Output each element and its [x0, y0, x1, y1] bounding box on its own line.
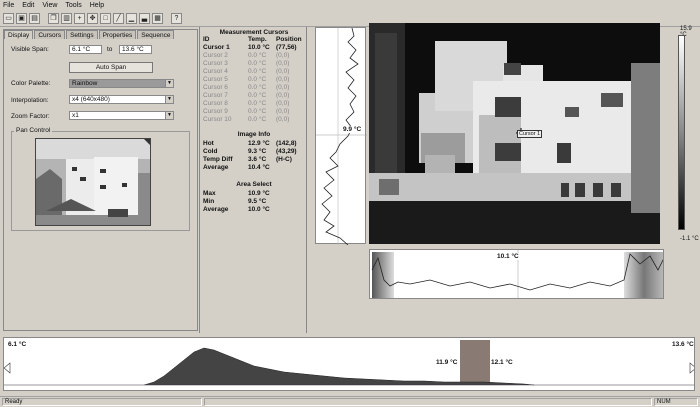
cursor-row[interactable]: Cursor 7 0.0 °C (0,0) [203, 92, 307, 100]
scale-min-label: -1.1 °C [680, 236, 699, 242]
open-icon[interactable]: ▭ [3, 13, 14, 24]
status-bar: Ready NUM [0, 396, 700, 407]
color-palette-value: Rainbow [72, 80, 98, 87]
copy-icon[interactable]: ❐ [48, 13, 59, 24]
menu-bar: File Edit View Tools Help [0, 0, 700, 11]
tab-cursors[interactable]: Cursors [34, 30, 66, 39]
print-icon[interactable]: ▤ [29, 13, 40, 24]
tab-strip: Display Cursors Settings Properties Sequ… [4, 30, 175, 39]
cursor-row[interactable]: Cursor 10 0.0 °C (0,0) [203, 116, 307, 124]
measurement-header: ID Temp. Position [203, 36, 302, 43]
cursor-row[interactable]: Cursor 4 0.0 °C (0,0) [203, 68, 307, 76]
histogram-icon[interactable]: ▁ [126, 13, 137, 24]
histogram-panel[interactable]: 6.1 °C 13.6 °C 11.9 °C 12.1 °C [3, 337, 695, 391]
area-select-row: Max 10.9 °C [203, 190, 270, 197]
histogram-selection-low: 11.9 °C [436, 359, 458, 366]
cursor-row[interactable]: Cursor 5 0.0 °C (0,0) [203, 76, 307, 84]
color-palette-select[interactable]: Rainbow ▼ [69, 79, 174, 88]
menu-view[interactable]: View [42, 2, 57, 9]
status-cell-empty [204, 398, 652, 406]
area-select-row: Min 9.5 °C [203, 198, 267, 205]
vertical-profile-value: 9.9 °C [343, 126, 362, 133]
cursor-row[interactable]: Cursor 6 0.0 °C (0,0) [203, 84, 307, 92]
histogram-min-label: 6.1 °C [8, 341, 27, 348]
chevron-down-icon[interactable]: ▼ [165, 80, 173, 87]
cursor-row[interactable]: Cursor 2 0.0 °C (0,0) [203, 52, 307, 60]
palette-icon[interactable]: ▦ [152, 13, 163, 24]
image-info-row: Temp Diff 3.6 °C (H-C) [203, 156, 292, 163]
area-select-row: Average 10.0 °C [203, 206, 270, 213]
image-info-row: Cold 9.3 °C (43,29) [203, 148, 297, 155]
pan-control-title: Pan Control [14, 127, 53, 134]
horizontal-profile-plot[interactable]: 10.1 °C [369, 249, 664, 299]
paste-icon[interactable]: ▥ [61, 13, 72, 24]
histogram-selection-high: 12.1 °C [491, 359, 513, 366]
menu-file[interactable]: File [3, 2, 14, 9]
chevron-down-icon[interactable]: ▼ [165, 112, 173, 119]
chevron-down-icon[interactable]: ▼ [165, 96, 173, 103]
cursor-row[interactable]: Cursor 3 0.0 °C (0,0) [203, 60, 307, 68]
image-info-row: Hot 12.9 °C (142,8) [203, 140, 297, 147]
vertical-profile-plot[interactable]: 9.9 °C [315, 27, 367, 246]
help-icon[interactable]: ? [171, 13, 182, 24]
interpolation-label: Interpolation: [11, 97, 49, 104]
menu-tools[interactable]: Tools [65, 2, 81, 9]
span-max-field[interactable]: 13.6 °C [119, 45, 152, 54]
zoom-factor-select[interactable]: x1 ▼ [69, 111, 174, 120]
rectangle-icon[interactable]: □ [100, 13, 111, 24]
cursor-row[interactable]: Cursor 9 0.0 °C (0,0) [203, 108, 307, 116]
histogram-max-label: 13.6 °C [672, 341, 694, 348]
measurement-cursors-title: Measurement Cursors [219, 29, 289, 36]
menu-edit[interactable]: Edit [22, 2, 34, 9]
cursor-row[interactable]: Cursor 8 0.0 °C (0,0) [203, 100, 307, 108]
num-lock-indicator: NUM [654, 398, 698, 406]
horizontal-profile-value: 10.1 °C [497, 253, 519, 260]
measurement-panel: Measurement Cursors ID Temp. Position Cu… [199, 27, 307, 333]
image-info-title: Image Info [237, 131, 271, 138]
menu-help[interactable]: Help [90, 2, 104, 9]
visible-span-label: Visible Span: [11, 46, 49, 53]
thermal-image[interactable]: Cursor 1 [369, 23, 660, 244]
zoom-factor-value: x1 [72, 112, 79, 119]
zoom-factor-label: Zoom Factor: [11, 113, 50, 120]
interpolation-value: x4 (640x480) [72, 96, 110, 103]
status-text: Ready [2, 398, 202, 406]
area-select-title: Area Select [236, 181, 272, 188]
color-palette-label: Color Palette: [11, 80, 51, 87]
interpolation-select[interactable]: x4 (640x480) ▼ [69, 95, 174, 104]
to-label: to [107, 46, 113, 53]
cursor-add-icon[interactable]: + [74, 13, 85, 24]
tab-sequence[interactable]: Sequence [137, 30, 175, 39]
histogram-2-icon[interactable]: ▃ [139, 13, 150, 24]
cursor-row[interactable]: Cursor 1 10.0 °C (77,56) [203, 44, 307, 52]
tab-settings[interactable]: Settings [66, 30, 98, 39]
cursor-move-icon[interactable]: ✥ [87, 13, 98, 24]
tab-display[interactable]: Display [4, 30, 34, 39]
image-info-row: Average 10.4 °C [203, 164, 270, 171]
pan-preview-image[interactable] [35, 138, 151, 226]
line-icon[interactable]: ╱ [113, 13, 124, 24]
tab-properties[interactable]: Properties [98, 30, 137, 39]
span-min-field[interactable]: 6.1 °C [69, 45, 102, 54]
building-photo [36, 139, 150, 225]
auto-span-button[interactable]: Auto Span [69, 62, 153, 73]
temperature-scale-bar [678, 35, 685, 230]
save-icon[interactable]: ▣ [16, 13, 27, 24]
cursor-1-label[interactable]: Cursor 1 [517, 130, 543, 138]
